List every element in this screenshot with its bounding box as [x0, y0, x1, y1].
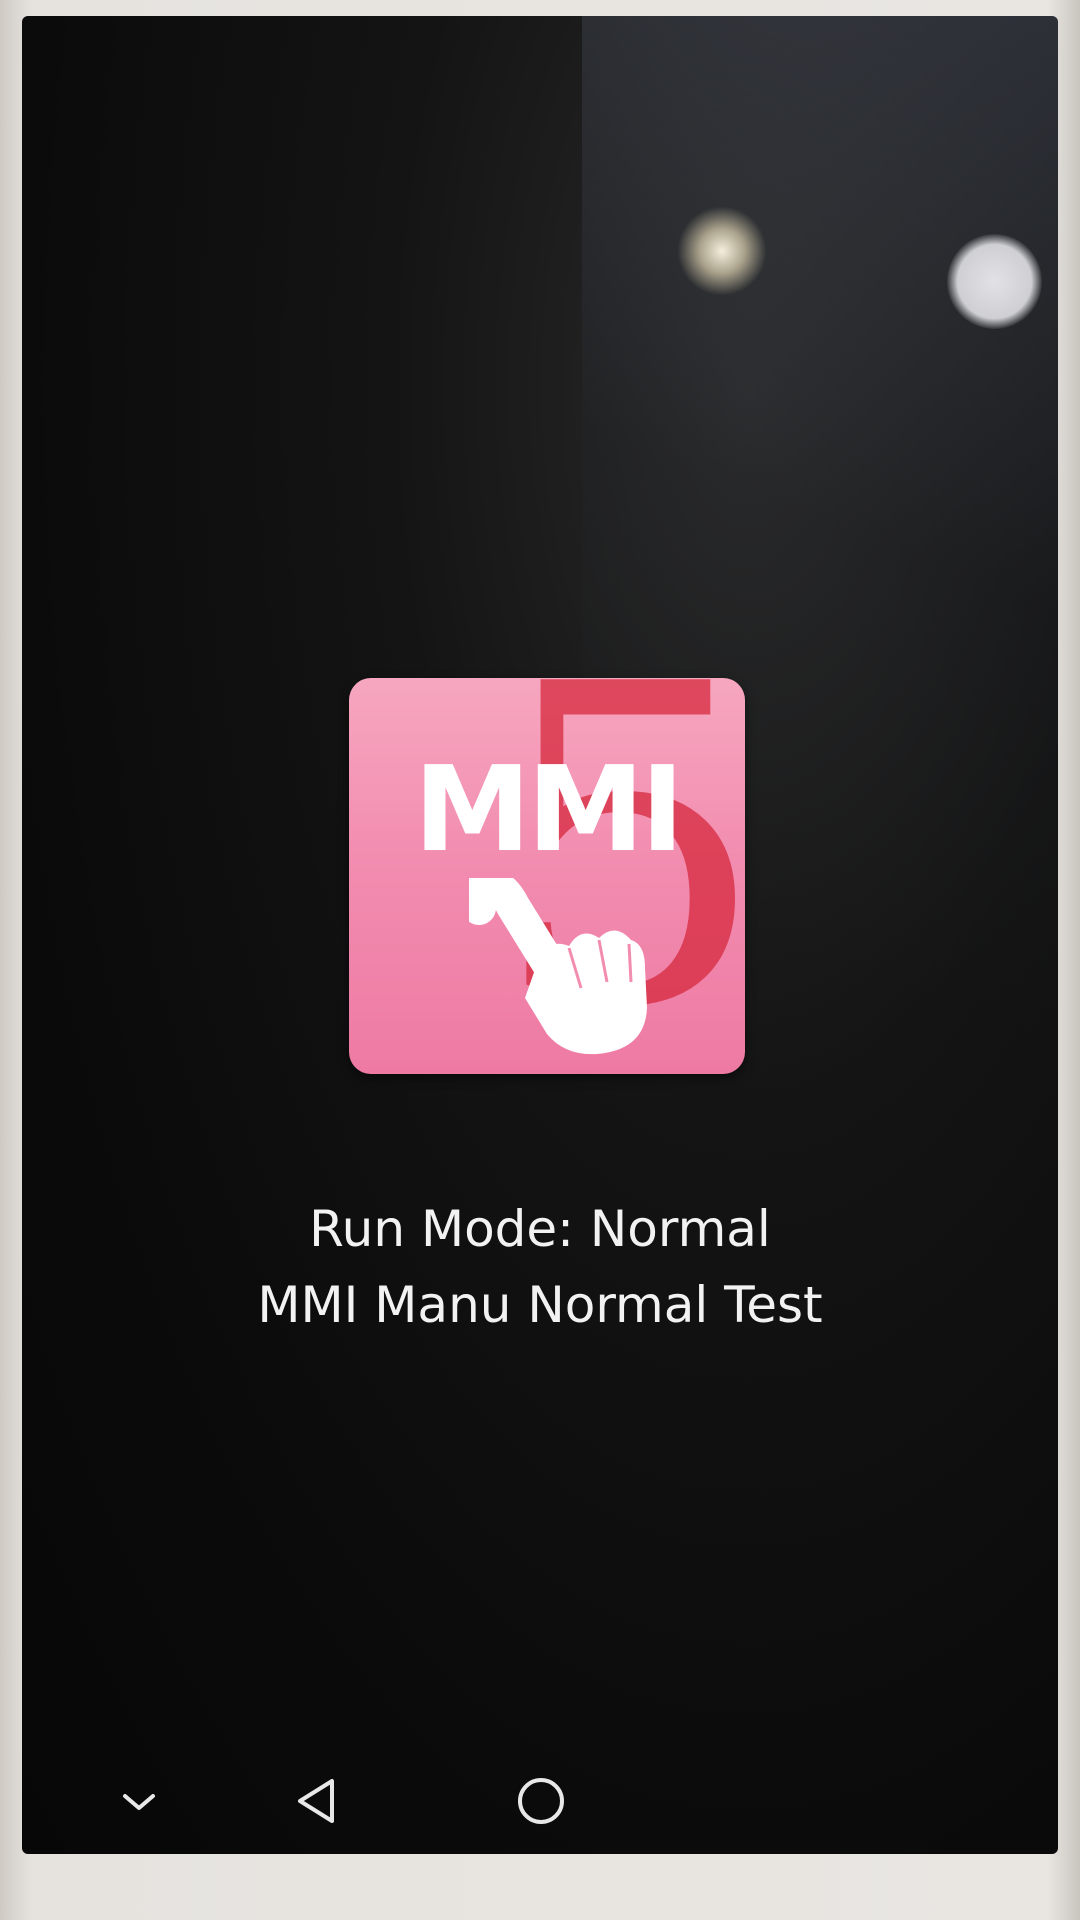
- chevron-down-icon[interactable]: [104, 1766, 174, 1836]
- icon-mmi-label: MMI: [413, 740, 685, 878]
- back-icon[interactable]: [282, 1766, 352, 1836]
- screen: 5 MMI Run Mode: Normal MMI Manu Normal T…: [22, 16, 1058, 1854]
- mmi-app-icon: 5 MMI: [349, 678, 745, 1074]
- run-mode-text: Run Mode: Normal: [309, 1200, 771, 1258]
- home-icon[interactable]: [506, 1766, 576, 1836]
- test-name-text: MMI Manu Normal Test: [257, 1276, 823, 1334]
- light-glare: [677, 206, 767, 296]
- status-text-block: Run Mode: Normal MMI Manu Normal Test: [22, 1191, 1058, 1343]
- pointing-hand-icon: [469, 878, 647, 1055]
- glass-reflection: [582, 16, 1058, 1316]
- device-frame: 5 MMI Run Mode: Normal MMI Manu Normal T…: [0, 0, 1080, 1920]
- light-glare: [947, 234, 1042, 329]
- navigation-bar: [22, 1746, 1058, 1854]
